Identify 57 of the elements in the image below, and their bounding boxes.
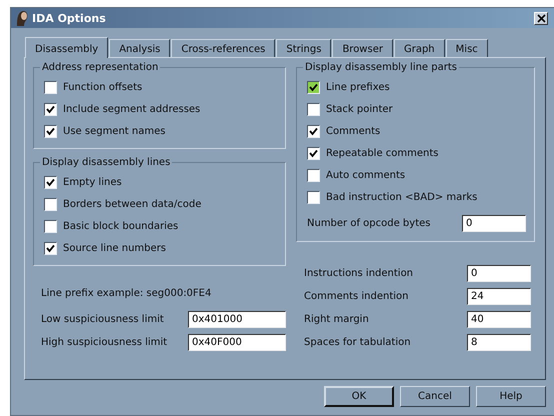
checkbox[interactable] xyxy=(44,198,57,210)
field-label: Low suspiciousness limit xyxy=(41,314,164,325)
field-label: Number of opcode bytes xyxy=(307,218,430,229)
tab[interactable]: Browser xyxy=(332,39,393,57)
checkbox-label[interactable]: Bad instruction <BAD> marks xyxy=(326,192,478,202)
tab[interactable]: Graph xyxy=(394,39,445,57)
checkbox[interactable] xyxy=(307,102,320,116)
checkbox-label[interactable]: Function offsets xyxy=(63,82,142,92)
window-title: IDA Options xyxy=(32,12,107,24)
checkbox-label[interactable]: Include segment addresses xyxy=(63,104,200,114)
checkbox-label[interactable]: Comments xyxy=(326,126,380,136)
checkbox-label[interactable]: Basic block boundaries xyxy=(63,220,178,232)
input-field[interactable]: 8 xyxy=(467,334,531,351)
dialog-button[interactable]: Help xyxy=(476,386,546,407)
dialog-button[interactable]: Cancel xyxy=(400,386,470,407)
checkbox[interactable] xyxy=(307,190,320,204)
checkbox-label[interactable]: Borders between data/code xyxy=(63,198,202,210)
checkbox-label[interactable]: Auto comments xyxy=(326,170,406,180)
input-field[interactable]: 40 xyxy=(467,311,531,328)
checkbox-label[interactable]: Empty lines xyxy=(63,176,122,188)
checkbox-label[interactable]: Repeatable comments xyxy=(326,148,439,158)
checkbox-label[interactable]: Stack pointer xyxy=(326,104,393,114)
checkbox[interactable] xyxy=(44,80,57,94)
field-label: Instructions indention xyxy=(304,268,414,279)
tab[interactable]: Disassembly xyxy=(25,37,108,58)
input-field[interactable]: 24 xyxy=(467,288,531,305)
checkbox[interactable] xyxy=(307,146,320,160)
checkbox[interactable] xyxy=(44,220,57,232)
input-field[interactable]: 0x40F000 xyxy=(188,334,286,351)
group-title: Display disassembly line parts xyxy=(304,62,458,73)
group-title: Address representation xyxy=(41,62,160,73)
checkbox-label[interactable]: Line prefixes xyxy=(326,82,390,92)
group-title: Display disassembly lines xyxy=(41,157,172,168)
close-button[interactable] xyxy=(534,12,548,24)
field-label: Right margin xyxy=(304,314,369,325)
checkbox[interactable] xyxy=(307,124,320,138)
tab[interactable]: Analysis xyxy=(109,39,170,57)
checkbox[interactable] xyxy=(44,102,57,116)
checkbox[interactable] xyxy=(44,124,57,138)
checkbox-label[interactable]: Source line numbers xyxy=(63,242,166,254)
field-label: High suspiciousness limit xyxy=(41,337,168,348)
tab[interactable]: Misc xyxy=(446,39,488,57)
dialog-button[interactable]: OK xyxy=(324,386,394,407)
tab[interactable]: Cross-references xyxy=(171,39,276,57)
prefix-example-text: Line prefix example: seg000:0FE4 xyxy=(41,288,212,301)
input-field[interactable]: 0x401000 xyxy=(188,311,286,328)
app-icon xyxy=(15,10,29,26)
field-label: Spaces for tabulation xyxy=(304,337,411,348)
input-field[interactable]: 0 xyxy=(467,265,531,282)
input-field[interactable]: 0 xyxy=(462,215,526,232)
tab[interactable]: Strings xyxy=(276,39,332,57)
checkbox[interactable] xyxy=(44,176,57,188)
checkbox[interactable] xyxy=(307,80,320,94)
checkbox[interactable] xyxy=(44,242,57,254)
checkbox[interactable] xyxy=(307,168,320,182)
checkbox-label[interactable]: Use segment names xyxy=(63,126,166,136)
field-label: Comments indention xyxy=(304,291,408,302)
